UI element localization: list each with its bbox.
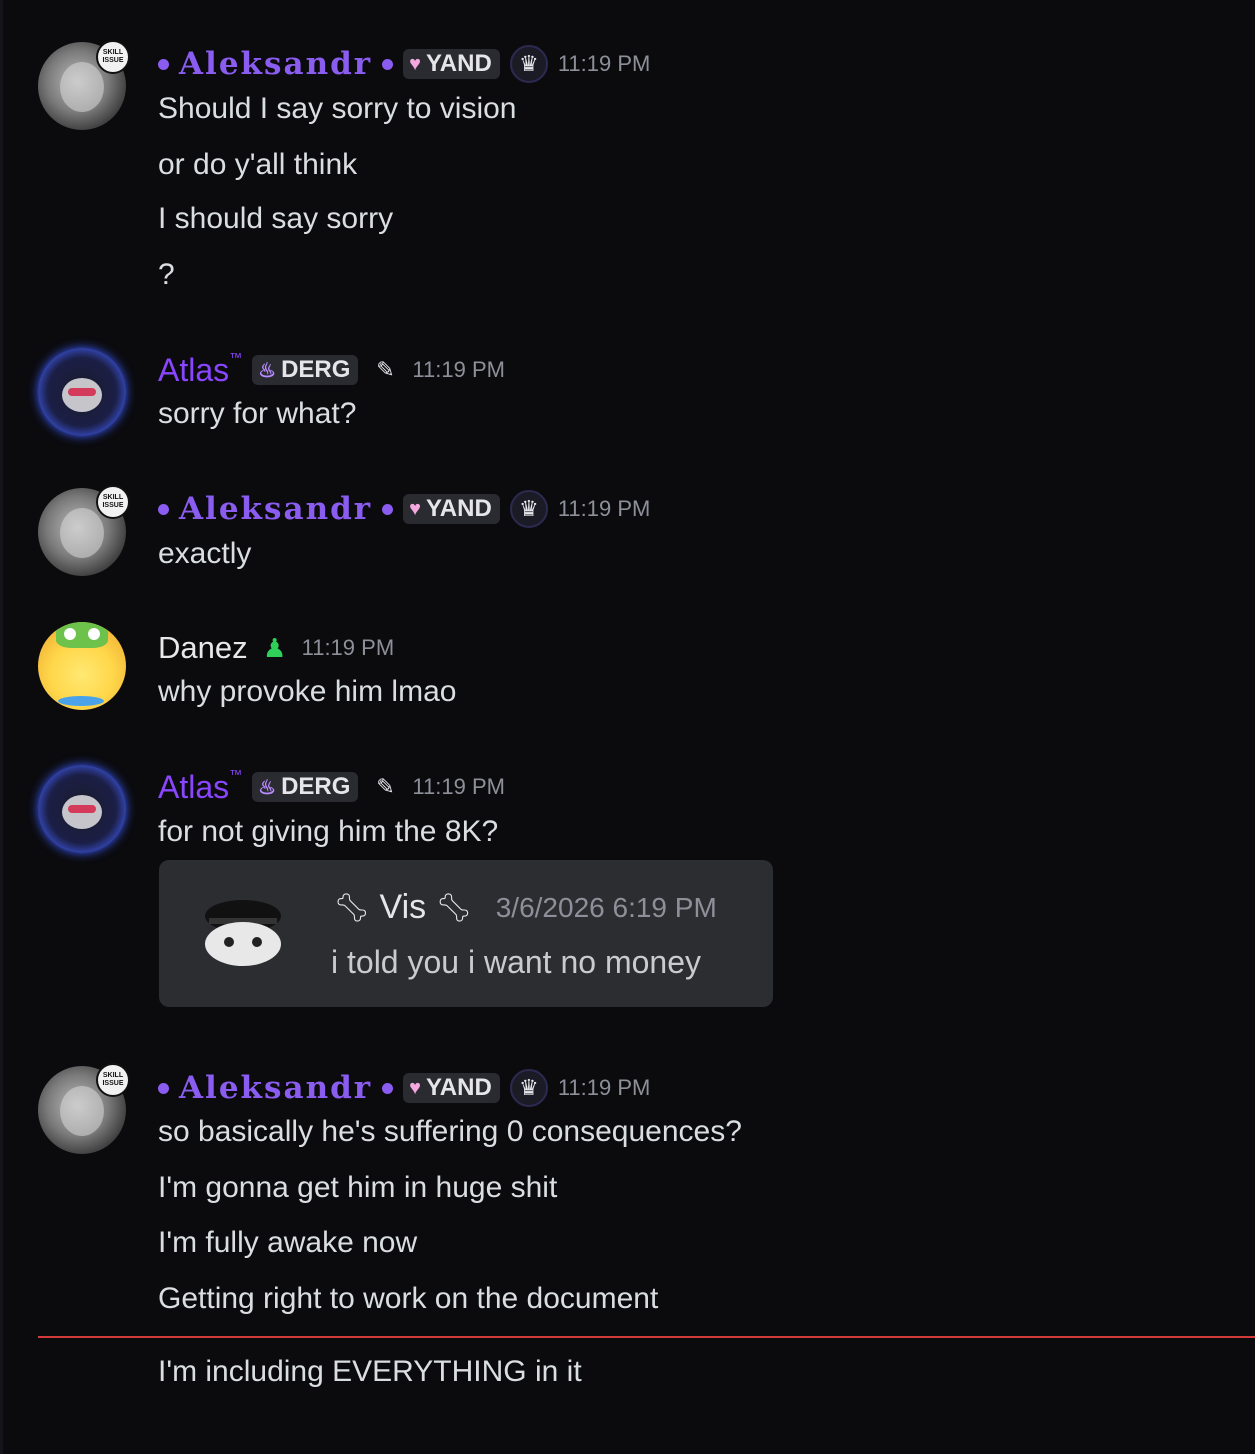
author-name-text: Atlas: [158, 768, 230, 805]
guild-tag[interactable]: ♨ DERG: [252, 772, 359, 802]
message-line: Getting right to work on the document: [158, 1282, 659, 1315]
message-line: I'm including EVERYTHING in it: [158, 1355, 582, 1388]
name-dot-icon: [158, 58, 169, 70]
quoted-text: i told you i want no money: [331, 944, 701, 980]
guild-tag-label: YAND: [426, 1074, 492, 1101]
person-icon[interactable]: ♟: [258, 631, 292, 665]
new-messages-divider: [38, 1336, 1255, 1338]
pen-icon[interactable]: ✎: [368, 353, 402, 387]
quoted-header: 🦴︎ Vis 🦴︎ 3/6/2026 6:19 PM: [334, 888, 717, 927]
crown-icon[interactable]: ♛: [509, 1069, 548, 1107]
crown-icon[interactable]: ♛: [509, 45, 548, 83]
guild-tag-label: YAND: [426, 495, 492, 522]
timestamp[interactable]: 11:19 PM: [412, 357, 505, 383]
name-dot-icon: [158, 1082, 169, 1094]
author-name[interactable]: Aleksandr: [179, 1070, 372, 1106]
message-header: Aleksandr ♥ YAND ♛ 11:19 PM: [158, 44, 650, 84]
name-dot-icon: [382, 58, 394, 70]
crown-icon[interactable]: ♛: [509, 490, 548, 528]
bone-icon: 🦴︎: [334, 892, 370, 923]
timestamp[interactable]: 11:19 PM: [558, 496, 651, 522]
heart-icon: ♥: [409, 1076, 421, 1099]
avatar-face: [60, 508, 104, 558]
quoted-message-card[interactable]: 🦴︎ Vis 🦴︎ 3/6/2026 6:19 PM i told you i …: [159, 860, 773, 1007]
avatar-mouth: [68, 388, 96, 396]
message-line: I should say sorry: [158, 202, 394, 235]
guild-tag-label: YAND: [426, 50, 492, 77]
avatar-eye: [64, 628, 76, 640]
author-name[interactable]: Atlas™: [158, 349, 243, 389]
avatar[interactable]: [38, 622, 126, 710]
flame-icon: ♨: [258, 776, 277, 799]
avatar[interactable]: [38, 348, 126, 436]
officer-cap-avatar-icon: [205, 900, 281, 966]
message-header: Aleksandr ♥ YAND ♛ 11:19 PM: [158, 489, 650, 529]
trademark-mark: ™: [229, 349, 243, 365]
flame-icon: ♨: [258, 359, 277, 382]
pen-icon[interactable]: ✎: [368, 770, 402, 804]
message-line: or do y'all think: [158, 148, 358, 181]
timestamp[interactable]: 11:19 PM: [302, 635, 395, 661]
message-line: exactly: [158, 537, 252, 570]
guild-tag[interactable]: ♥ YAND: [403, 494, 500, 524]
message-line: I'm fully awake now: [158, 1226, 418, 1259]
message-line: so basically he's suffering 0 consequenc…: [158, 1115, 742, 1148]
guild-tag[interactable]: ♨ DERG: [252, 355, 359, 385]
message-header: Aleksandr ♥ YAND ♛ 11:19 PM: [158, 1068, 650, 1108]
avatar-eye: [88, 628, 100, 640]
author-name[interactable]: Atlas™: [158, 766, 243, 806]
author-name-text: Atlas: [158, 351, 230, 388]
author-name[interactable]: Danez: [158, 630, 248, 666]
avatar-face: [60, 1086, 104, 1136]
message-line: ?: [158, 258, 175, 291]
heart-icon: ♥: [409, 497, 421, 520]
skull-issue-badge-icon: SKILL ISSUE: [96, 40, 130, 74]
name-dot-icon: [158, 503, 169, 515]
guild-tag[interactable]: ♥ YAND: [403, 1073, 500, 1103]
message-line: for not giving him the 8K?: [158, 815, 499, 848]
timestamp[interactable]: 11:19 PM: [558, 51, 651, 77]
guild-tag-label: DERG: [281, 773, 351, 800]
message-line: I'm gonna get him in huge shit: [158, 1171, 558, 1204]
avatar-mouth: [68, 805, 96, 813]
quoted-avatar: [199, 892, 287, 970]
message-line: why provoke him lmao: [158, 675, 457, 708]
trademark-mark: ™: [229, 766, 243, 782]
bone-icon: 🦴︎: [436, 892, 472, 923]
message-header: Atlas™ ♨ DERG ✎ 11:19 PM: [158, 350, 505, 390]
chat-left-border: [0, 0, 3, 1454]
name-dot-icon: [382, 1082, 394, 1094]
guild-tag[interactable]: ♥ YAND: [403, 49, 500, 79]
avatar-puddle: [58, 696, 104, 706]
avatar[interactable]: [38, 765, 126, 853]
skull-issue-badge-icon: SKILL ISSUE: [96, 1063, 130, 1097]
timestamp[interactable]: 11:19 PM: [558, 1075, 651, 1101]
name-dot-icon: [382, 503, 394, 515]
message-header: Danez ♟ 11:19 PM: [158, 628, 394, 668]
timestamp[interactable]: 11:19 PM: [412, 774, 505, 800]
message-line: Should I say sorry to vision: [158, 92, 517, 125]
author-name[interactable]: Aleksandr: [179, 491, 372, 527]
message-line: sorry for what?: [158, 397, 357, 430]
guild-tag-label: DERG: [281, 356, 351, 383]
message-header: Atlas™ ♨ DERG ✎ 11:19 PM: [158, 767, 505, 807]
heart-icon: ♥: [409, 52, 421, 75]
skull-issue-badge-icon: SKILL ISSUE: [96, 485, 130, 519]
quoted-author[interactable]: Vis: [380, 888, 427, 927]
author-name[interactable]: Aleksandr: [179, 46, 372, 82]
avatar-face: [60, 62, 104, 112]
quoted-timestamp: 3/6/2026 6:19 PM: [495, 891, 717, 923]
